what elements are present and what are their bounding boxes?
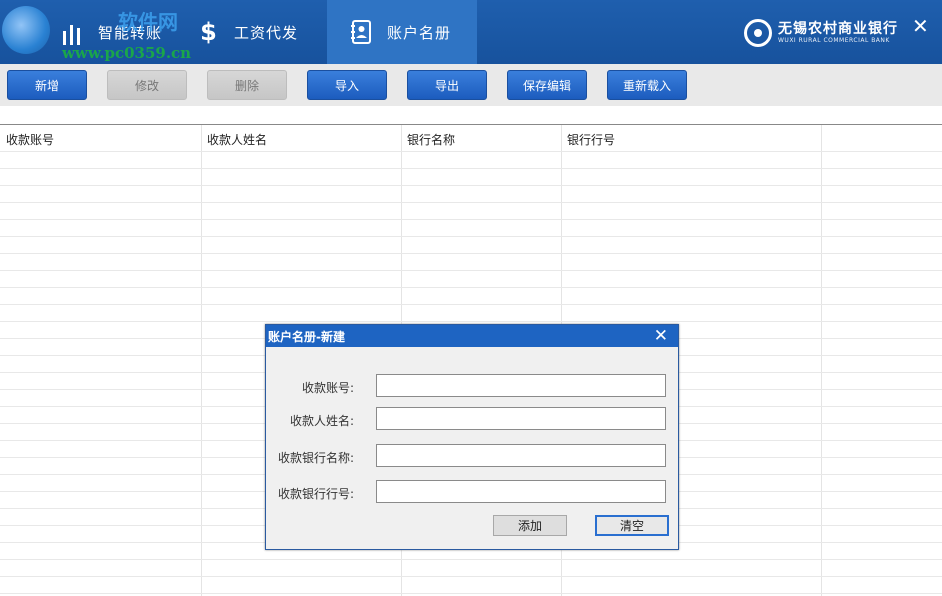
top-nav-bar: 智能转账 $ 工资代发 账户名册 软件网 www.pc0359.cn 无锡农村商… — [0, 0, 942, 64]
row-divider — [0, 168, 942, 169]
tab-label: 账户名册 — [387, 23, 452, 42]
bank-code-label: 收款银行行号: — [277, 487, 354, 501]
row-divider — [0, 236, 942, 237]
tab-label: 智能转账 — [98, 23, 163, 42]
new-account-dialog: 账户名册-新建 ✕ 收款账号: 收款人姓名: 收款银行名称: 收款银行行号: 添… — [265, 324, 679, 550]
toolbar: 新增 修改 删除 导入 导出 保存编辑 重新载入 — [0, 64, 942, 106]
reload-button[interactable]: 重新载入 — [607, 70, 687, 100]
payee-name-label: 收款人姓名: — [289, 414, 354, 428]
tab-payroll[interactable]: $ 工资代发 — [196, 0, 326, 64]
contact-book-icon — [349, 17, 375, 47]
form-row-bank-code: 收款银行行号: — [266, 480, 678, 504]
tab-label: 工资代发 — [234, 23, 299, 42]
clear-button[interactable]: 清空 — [595, 515, 669, 536]
form-row-account: 收款账号: — [266, 374, 678, 398]
row-divider — [0, 321, 942, 322]
delete-button[interactable]: 删除 — [207, 70, 287, 100]
row-divider — [0, 287, 942, 288]
column-header-account[interactable]: 收款账号 — [0, 125, 200, 151]
row-divider — [0, 559, 942, 560]
row-divider — [0, 576, 942, 577]
close-icon[interactable]: ✕ — [912, 14, 929, 38]
row-divider — [0, 151, 942, 152]
bank-logo-icon — [744, 19, 772, 47]
save-edit-button[interactable]: 保存编辑 — [507, 70, 587, 100]
bank-name-en: WUXI RURAL COMMERCIAL BANK — [778, 37, 890, 44]
column-header-bank-code[interactable]: 银行行号 — [561, 125, 821, 151]
form-row-payee-name: 收款人姓名: — [266, 407, 678, 431]
close-icon[interactable]: ✕ — [654, 326, 668, 346]
row-divider — [0, 185, 942, 186]
bank-name-label: 收款银行名称: — [277, 451, 354, 465]
add-record-button[interactable]: 添加 — [493, 515, 567, 536]
dollar-icon: $ — [200, 18, 218, 46]
column-header-bank-name[interactable]: 银行名称 — [401, 125, 561, 151]
row-divider — [0, 593, 942, 594]
export-button[interactable]: 导出 — [407, 70, 487, 100]
edit-button[interactable]: 修改 — [107, 70, 187, 100]
watermark-logo-icon — [2, 6, 50, 54]
column-header-payee-name[interactable]: 收款人姓名 — [201, 125, 401, 151]
tab-account-roster[interactable]: 账户名册 — [327, 0, 477, 64]
account-label: 收款账号: — [301, 381, 354, 395]
payee-name-field[interactable] — [376, 407, 666, 430]
row-divider — [0, 304, 942, 305]
bank-code-field[interactable] — [376, 480, 666, 503]
row-divider — [0, 202, 942, 203]
bank-name-cn: 无锡农村商业银行 — [778, 21, 898, 37]
row-divider — [0, 219, 942, 220]
row-divider — [0, 253, 942, 254]
bank-brand: 无锡农村商业银行 WUXI RURAL COMMERCIAL BANK — [744, 16, 898, 50]
account-field[interactable] — [376, 374, 666, 397]
add-button[interactable]: 新增 — [7, 70, 87, 100]
import-button[interactable]: 导入 — [307, 70, 387, 100]
table-header: 收款账号 收款人姓名 银行名称 银行行号 — [0, 125, 942, 151]
tab-smart-transfer[interactable]: 智能转账 — [60, 0, 190, 64]
form-row-bank-name: 收款银行名称: — [266, 444, 678, 468]
dialog-title: 账户名册-新建 — [268, 330, 345, 344]
dialog-title-bar: 账户名册-新建 ✕ — [266, 325, 678, 347]
bank-name-field[interactable] — [376, 444, 666, 467]
chart-bars-icon — [60, 17, 86, 47]
row-divider — [0, 270, 942, 271]
